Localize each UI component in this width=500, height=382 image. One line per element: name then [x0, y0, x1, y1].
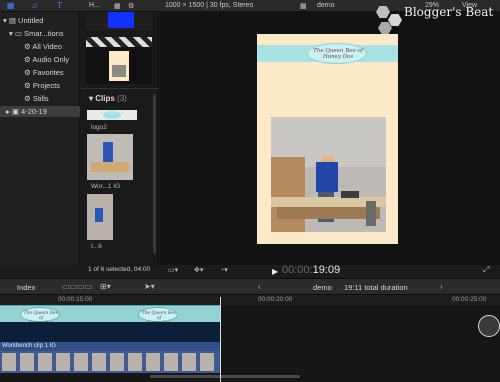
title-banner: The Queen Bee of Honey Dos: [257, 43, 398, 64]
video-clip-filmstrip[interactable]: [0, 351, 220, 373]
viewer-controls: ▭▾ ✥▾ ◔▾ ▶ 00:00:19:09 ⤢: [160, 264, 500, 278]
timeline-project-name: demo: [313, 283, 332, 292]
edit-tools-icon[interactable]: ⊞▾: [100, 282, 111, 291]
film-frame: [146, 353, 160, 371]
sidebar-item-stills[interactable]: ⚙ Stills: [24, 93, 49, 104]
clip-appearance-icon[interactable]: ▭▭▭▭: [62, 282, 92, 291]
clip-thumbnail-poster[interactable]: [86, 47, 152, 84]
forward-arrow-icon[interactable]: ›: [440, 282, 443, 291]
library-icon: ▤: [8, 16, 19, 25]
video-clip-label[interactable]: Workbench clip 1 IG: [0, 342, 220, 351]
film-frame: [200, 353, 214, 371]
film-frame: [128, 353, 142, 371]
title-clip[interactable]: The Queen Bee ofHoney Dos The Queen Bee …: [0, 305, 220, 326]
clapperboard-thumbnail[interactable]: [86, 37, 152, 47]
sidebar-item-event[interactable]: ▸ ▣ 4-20-19: [0, 106, 80, 117]
sidebar-item-label: Projects: [32, 81, 60, 90]
fullscreen-icon[interactable]: ⤢: [483, 265, 489, 275]
titles-icon[interactable]: T: [55, 2, 64, 10]
sidebar-item-all-video[interactable]: ⚙ All Video: [24, 41, 62, 52]
clip-label-video: I...6: [91, 243, 102, 250]
title-logo-text: The Queen Bee of Honey Dos: [313, 48, 363, 60]
event-icon: ▣: [11, 107, 22, 116]
smart-collection-icon: ⚙: [24, 81, 33, 90]
play-icon[interactable]: ▶: [272, 267, 278, 276]
title-logo-oval: The Queen Bee of Honey Dos: [307, 43, 367, 64]
clips-count: (3): [117, 94, 127, 103]
clip-thumbnail-logo2[interactable]: [87, 110, 137, 120]
libraries-icon[interactable]: ▦: [6, 2, 15, 10]
smart-collection-icon: ⚙: [24, 68, 33, 77]
sidebar-item-projects[interactable]: ⚙ Projects: [24, 80, 60, 91]
sidebar-item-label: Audio Only: [32, 55, 70, 64]
sidebar-item-label: Untitled: [18, 16, 44, 25]
film-frame: [110, 353, 124, 371]
speed-icon[interactable]: ◔▾: [220, 266, 228, 274]
select-tool-icon[interactable]: ➤▾: [144, 282, 155, 291]
sidebar-item-label: All Video: [32, 42, 62, 51]
viewer: The Queen Bee of Honey Dos: [160, 12, 500, 265]
sidebar-item-untitled[interactable]: ▾ ▤ Untitled: [3, 15, 79, 26]
film-frame: [182, 353, 196, 371]
ruler-label: 00:00:25:00: [452, 296, 487, 303]
timecode-display: 00:00:19:09: [282, 264, 341, 276]
watermark-text: Blogger's Beat: [404, 5, 494, 19]
index-button[interactable]: Index: [17, 283, 35, 292]
view-options-icon[interactable]: ▭▾: [168, 266, 178, 274]
film-frame: [74, 353, 88, 371]
sidebar-item-audio-only[interactable]: ⚙ Audio Only: [24, 54, 69, 65]
libraries-sidebar: ▾ ▤ Untitled ▾ ▭ Smar...tions ⚙ All Vide…: [0, 12, 80, 265]
project-name: demo: [317, 2, 335, 9]
timeline-header: Index ▭▭▭▭ ⊞▾ ➤▾ ‹ demo 19:11 total dura…: [0, 278, 500, 295]
film-frame: [20, 353, 34, 371]
sidebar-item-label: Favorites: [32, 68, 64, 77]
film-frame: [56, 353, 70, 371]
watermark-hexagons: [370, 4, 404, 36]
total-duration: 19:11 total duration: [344, 283, 408, 292]
sidebar-item-smart-collections[interactable]: ▾ ▭ Smar...tions: [9, 28, 79, 39]
browser-scrollbar[interactable]: [153, 94, 156, 254]
film-frame: [164, 353, 178, 371]
viewer-canvas[interactable]: The Queen Bee of Honey Dos: [257, 34, 398, 244]
sidebar-item-label: 4-20-19: [21, 107, 47, 116]
title-clip-logo: The Queen Bee ofHoney Dos: [20, 307, 60, 326]
film-frame: [38, 353, 52, 371]
filter-dropdown[interactable]: H...: [89, 2, 100, 9]
grid-icon[interactable]: ▦: [114, 2, 121, 10]
title-clip-lower[interactable]: [0, 322, 220, 342]
clip-thumbnail-blue[interactable]: [86, 12, 152, 30]
media-browser: ▾ Clips (3) logo2 Wor...1 IG I...6 1 of …: [81, 12, 159, 273]
timeline[interactable]: The Queen Bee ofHoney Dos The Queen Bee …: [0, 305, 500, 382]
clips-header-label: Clips: [95, 94, 115, 103]
folder-icon: ▭: [14, 29, 25, 38]
sidebar-item-favorites[interactable]: ⚙ Favorites: [24, 67, 64, 78]
sidebar-item-label: Smar...tions: [24, 29, 64, 38]
transform-icon[interactable]: ✥▾: [194, 266, 203, 274]
film-frame: [2, 353, 16, 371]
photos-audio-icon[interactable]: ♫: [30, 2, 39, 10]
clip-label-workbench: Wor...1 IG: [91, 183, 121, 190]
playhead[interactable]: [220, 297, 221, 382]
settings-icon[interactable]: ⚙: [128, 2, 134, 10]
timeline-ruler[interactable]: 00:00:15:00 00:00:20:00 00:00:25:00: [0, 295, 500, 305]
ruler-label: 00:00:20:00: [258, 296, 293, 303]
timeline-edge-button[interactable]: [478, 315, 500, 337]
timeline-scrollbar[interactable]: [150, 375, 300, 378]
workbench-photo: [271, 117, 386, 232]
selection-status: 1 of 6 selected, 04:00: [88, 266, 151, 273]
title-clip-logo: The Queen Bee ofHoney Dos: [138, 307, 178, 326]
clips-header[interactable]: ▾ Clips (3): [89, 94, 127, 103]
smart-collection-icon: ⚙: [24, 94, 33, 103]
clip-thumbnail-video[interactable]: [87, 194, 113, 240]
clip-thumbnail-workbench[interactable]: [87, 134, 133, 180]
project-icon: ▦: [300, 3, 307, 10]
format-info: 1000 × 1500 | 30 fps, Stereo: [165, 2, 254, 9]
clip-label-logo2: logo2: [91, 124, 107, 131]
sidebar-item-label: Stills: [32, 94, 49, 103]
ruler-label: 00:00:15:00: [58, 296, 93, 303]
back-arrow-icon[interactable]: ‹: [258, 282, 261, 291]
film-frame: [92, 353, 106, 371]
